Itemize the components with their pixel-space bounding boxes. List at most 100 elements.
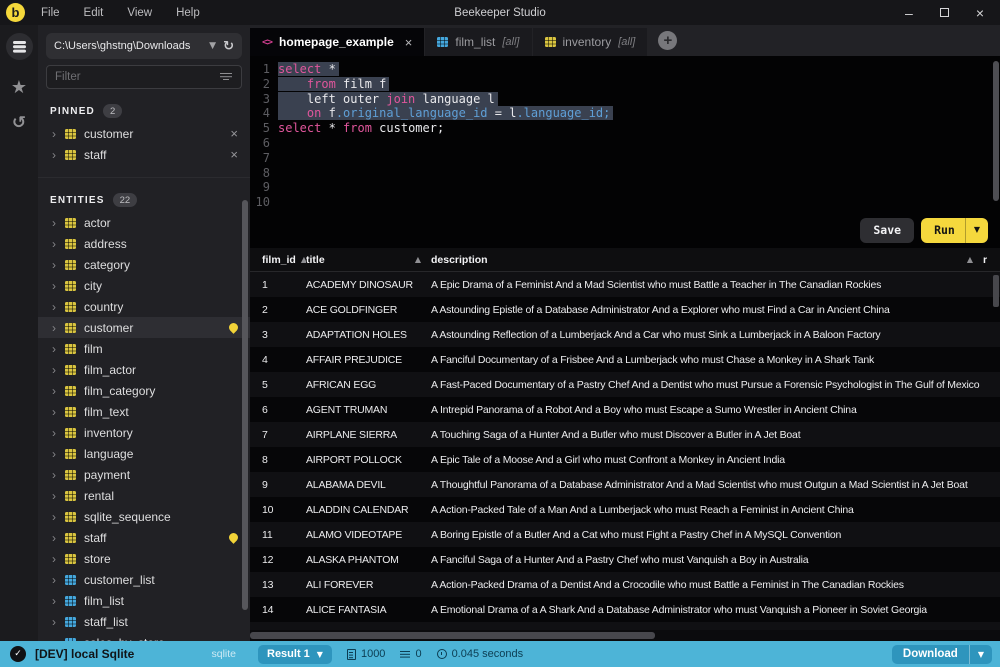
editor-scrollbar[interactable] — [993, 61, 999, 201]
cell-title[interactable]: ALAMO VIDEOTAPE — [306, 529, 431, 541]
sidebar-item-category[interactable]: ›category — [38, 254, 250, 275]
cell-title[interactable]: AIRPLANE SIERRA — [306, 429, 431, 441]
cell-description[interactable]: A Touching Saga of a Hunter And a Butler… — [431, 429, 983, 441]
table-row[interactable]: 2ACE GOLDFINGERA Astounding Epistle of a… — [250, 297, 1000, 322]
pinned-item-staff[interactable]: ›staff× — [38, 144, 250, 165]
cell-film-id[interactable]: 3 — [250, 329, 306, 341]
download-options-caret-icon[interactable]: ▼ — [969, 645, 992, 664]
cell-title[interactable]: AFRICAN EGG — [306, 379, 431, 391]
chevron-right-icon[interactable]: › — [52, 258, 65, 272]
column-header-partial[interactable]: r — [983, 254, 1000, 266]
chevron-right-icon[interactable]: › — [52, 426, 65, 440]
cell-title[interactable]: ACE GOLDFINGER — [306, 304, 431, 316]
cell-film-id[interactable]: 1 — [250, 279, 306, 291]
table-row[interactable]: 9ALABAMA DEVILA Thoughtful Panorama of a… — [250, 472, 1000, 497]
unpin-icon[interactable]: × — [230, 126, 238, 141]
cell-film-id[interactable]: 9 — [250, 479, 306, 491]
table-row[interactable]: 5AFRICAN EGGA Fast-Paced Documentary of … — [250, 372, 1000, 397]
results-horizontal-scrollbar[interactable] — [250, 630, 1000, 641]
chevron-right-icon[interactable]: › — [52, 447, 65, 461]
chevron-right-icon[interactable]: › — [52, 148, 65, 162]
cell-title[interactable]: AFFAIR PREJUDICE — [306, 354, 431, 366]
sidebar-item-film_text[interactable]: ›film_text — [38, 401, 250, 422]
sidebar-item-payment[interactable]: ›payment — [38, 464, 250, 485]
sidebar-item-country[interactable]: ›country — [38, 296, 250, 317]
table-row[interactable]: 13ALI FOREVERA Action-Packed Drama of a … — [250, 572, 1000, 597]
table-row[interactable]: 10ALADDIN CALENDARA Action-Packed Tale o… — [250, 497, 1000, 522]
column-header-description[interactable]: description▲ — [431, 254, 983, 266]
chevron-right-icon[interactable]: › — [52, 489, 65, 503]
cell-film-id[interactable]: 5 — [250, 379, 306, 391]
refresh-icon[interactable]: ↻ — [223, 39, 234, 54]
sidebar-item-language[interactable]: ›language — [38, 443, 250, 464]
cell-film-id[interactable]: 14 — [250, 604, 306, 616]
table-row[interactable]: 4AFFAIR PREJUDICEA Fanciful Documentary … — [250, 347, 1000, 372]
cell-title[interactable]: AIRPORT POLLOCK — [306, 454, 431, 466]
maximize-icon[interactable] — [940, 8, 949, 17]
chevron-right-icon[interactable]: › — [52, 552, 65, 566]
table-row[interactable]: 12ALASKA PHANTOMA Fanciful Saga of a Hun… — [250, 547, 1000, 572]
chevron-right-icon[interactable]: › — [52, 279, 65, 293]
chevron-right-icon[interactable]: › — [52, 384, 65, 398]
chevron-right-icon[interactable]: › — [52, 363, 65, 377]
minimize-icon[interactable]: – — [905, 6, 913, 20]
connection-selector[interactable]: C:\Users\ghstng\Downloads ▼ ↻ — [46, 33, 242, 59]
cell-description[interactable]: A Astounding Epistle of a Database Admin… — [431, 304, 983, 316]
run-button-label[interactable]: Run — [921, 218, 965, 243]
pin-icon[interactable] — [227, 321, 240, 334]
table-row[interactable]: 3ADAPTATION HOLESA Astounding Reflection… — [250, 322, 1000, 347]
chevron-right-icon[interactable]: › — [52, 573, 65, 587]
cell-description[interactable]: A Thoughtful Panorama of a Database Admi… — [431, 479, 983, 491]
cell-title[interactable]: ALASKA PHANTOM — [306, 554, 431, 566]
chevron-right-icon[interactable]: › — [52, 531, 65, 545]
sidebar-item-customer[interactable]: ›customer — [38, 317, 250, 338]
sidebar-item-sqlite_sequence[interactable]: ›sqlite_sequence — [38, 506, 250, 527]
cell-title[interactable]: ALABAMA DEVIL — [306, 479, 431, 491]
menu-help[interactable]: Help — [176, 7, 200, 19]
sidebar-item-city[interactable]: ›city — [38, 275, 250, 296]
sidebar-item-inventory[interactable]: ›inventory — [38, 422, 250, 443]
scrollbar-thumb[interactable] — [250, 632, 655, 639]
chevron-right-icon[interactable]: › — [52, 510, 65, 524]
cell-description[interactable]: A Boring Epistle of a Butler And a Cat w… — [431, 529, 983, 541]
connection-status[interactable]: ✓ [DEV] local Sqlite sqlite — [0, 641, 250, 667]
chevron-right-icon[interactable]: › — [52, 300, 65, 314]
chevron-right-icon[interactable]: › — [52, 216, 65, 230]
sidebar-item-film[interactable]: ›film — [38, 338, 250, 359]
cell-film-id[interactable]: 7 — [250, 429, 306, 441]
chevron-right-icon[interactable]: › — [52, 468, 65, 482]
cell-film-id[interactable]: 8 — [250, 454, 306, 466]
cell-description[interactable]: A Epic Drama of a Feminist And a Mad Sci… — [431, 279, 983, 291]
sidebar-item-film_category[interactable]: ›film_category — [38, 380, 250, 401]
chevron-right-icon[interactable]: › — [52, 594, 65, 608]
chevron-right-icon[interactable]: › — [52, 127, 65, 141]
sidebar-item-store[interactable]: ›store — [38, 548, 250, 569]
cell-film-id[interactable]: 13 — [250, 579, 306, 591]
menu-view[interactable]: View — [127, 7, 152, 19]
cell-title[interactable]: ALICE FANTASIA — [306, 604, 431, 616]
sidebar-item-film_actor[interactable]: ›film_actor — [38, 359, 250, 380]
cell-title[interactable]: AGENT TRUMAN — [306, 404, 431, 416]
sidebar-item-sales_by_store[interactable]: ›sales_by_store — [38, 632, 250, 641]
cell-description[interactable]: A Astounding Reflection of a Lumberjack … — [431, 329, 983, 341]
table-row[interactable]: 15ALIEN CENTERA Brilliant Drama of a Cat… — [250, 622, 1000, 630]
sort-icon[interactable]: ▲ — [967, 255, 973, 264]
close-icon[interactable]: × — [405, 35, 413, 50]
sidebar-item-film_list[interactable]: ›film_list — [38, 590, 250, 611]
cell-film-id[interactable]: 4 — [250, 354, 306, 366]
tab-film_list[interactable]: film_list[all] — [425, 28, 531, 56]
pin-icon[interactable] — [227, 531, 240, 544]
chevron-right-icon[interactable]: › — [52, 237, 65, 251]
cell-film-id[interactable]: 11 — [250, 529, 306, 541]
table-row[interactable]: 8AIRPORT POLLOCKA Epic Tale of a Moose A… — [250, 447, 1000, 472]
favorites-icon[interactable]: ★ — [11, 77, 27, 98]
cell-title[interactable]: ALADDIN CALENDAR — [306, 504, 431, 516]
cell-description[interactable]: A Fanciful Documentary of a Frisbee And … — [431, 354, 983, 366]
history-icon[interactable]: ↺ — [12, 113, 26, 133]
download-button[interactable]: Download — [892, 645, 969, 664]
cell-title[interactable]: ACADEMY DINOSAUR — [306, 279, 431, 291]
menu-edit[interactable]: Edit — [84, 7, 104, 19]
save-button[interactable]: Save — [860, 218, 914, 243]
sidebar-item-customer_list[interactable]: ›customer_list — [38, 569, 250, 590]
column-header-title[interactable]: title▲ — [306, 254, 431, 266]
